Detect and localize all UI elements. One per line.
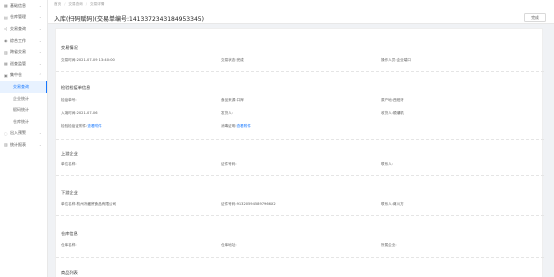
trade-time-field: 交易时间:2021-07-09 13:40:00 <box>61 58 115 62</box>
main-content: 首页 / 交易查询 / 交易详情 入库(扫码赋码)(交易单编号:14133723… <box>48 0 554 277</box>
breadcrumb: 首页 / 交易查询 / 交易详情 <box>54 2 104 7</box>
section-title-upstream: 上游企业 <box>61 151 78 156</box>
food-source-field: 食品来源:口岸 <box>221 98 244 102</box>
section-title-downstream: 下游企业 <box>61 190 78 195</box>
nav-item-label: 综合工作 <box>10 37 26 43</box>
chevron-down-icon: ⌄ <box>39 15 42 20</box>
nav-item-warehouse[interactable]: ▤ 仓库管理 ⌄ <box>0 12 47 24</box>
upstream-contact-field: 联系人: <box>381 162 393 166</box>
sidebar: ▦ 基础信息 ⌄ ▤ 仓库管理 ⌄ ◁ 交易查询 ⌄ ◉ 综合工作 ⌄ ▥ 跨省交易 ⌄ ▦ 巡查监管… <box>0 0 48 277</box>
nav-item-reports[interactable]: ▥ 统计报表 ⌄ <box>0 139 47 151</box>
downstream-contact-field: 联系人:蒋川方 <box>381 202 404 206</box>
chevron-up-icon: ⌃ <box>39 73 42 78</box>
section-title-warehouse: 仓库信息 <box>61 231 78 236</box>
nav-item-label: 出入预警 <box>10 130 26 136</box>
quarantine-no-field: 检疫单号: <box>61 98 77 102</box>
nav-item-general-work[interactable]: ◉ 综合工作 ⌄ <box>0 35 47 47</box>
downstream-cert-field: 证件号码:91320594589796​6X2 <box>221 202 276 206</box>
disinfection-field: 消毒证明:查看附件 <box>221 124 251 128</box>
view-attachment-link[interactable]: 查看附件 <box>237 124 251 128</box>
chevron-down-icon: ⌄ <box>39 3 42 8</box>
nav-item-basic-info[interactable]: ▦ 基础信息 ⌄ <box>0 0 47 12</box>
view-attachment-link[interactable]: 查看附件 <box>87 124 101 128</box>
nav-item-label: 交易查询 <box>10 25 26 31</box>
page-title: 入库(扫码赋码)(交易单编号:141337234318495334​5) <box>54 16 204 23</box>
nav-item-label: 统计报表 <box>10 141 26 147</box>
chevron-down-icon: ⌄ <box>39 26 42 31</box>
nav-item-inout-warning[interactable]: ◌ 出入预警 ⌄ <box>0 128 47 140</box>
nav-item-trade-query[interactable]: ◁ 交易查询 ⌄ <box>0 23 47 35</box>
breadcrumb-separator: / <box>85 2 87 6</box>
trade-status-field: 交易状态:完成 <box>221 58 244 62</box>
done-button[interactable]: 完成 <box>524 13 546 22</box>
divider <box>56 215 544 216</box>
warehouse-owner-field: 所属企业: <box>381 243 397 247</box>
divider <box>56 71 544 72</box>
breadcrumb-separator: / <box>64 2 66 6</box>
sub-item-code-stats[interactable]: 赋码统计 <box>0 104 47 116</box>
detail-card: 交易情况 交易时间:2021-07-09 13:40:00 交易状态:完成 操作… <box>55 28 544 277</box>
sub-item-trade-query[interactable]: 交易查询 <box>0 81 47 93</box>
divider <box>56 139 544 140</box>
section-title-trade: 交易情况 <box>61 45 78 50</box>
nav-item-cross-province[interactable]: ▥ 跨省交易 ⌄ <box>0 46 47 58</box>
warehouse-address-field: 仓库地址: <box>221 243 237 247</box>
nav-item-label: 巡查监管 <box>10 60 26 66</box>
section-title-quarantine: 检验检疫单信息 <box>61 85 91 90</box>
nav-item-central-warehouse[interactable]: ▣ 集中仓 ⌃ <box>0 70 47 82</box>
shipper-field: 发货人: <box>221 111 233 115</box>
entry-time-field: 入境时间:2021-07-06 <box>61 111 98 115</box>
chevron-down-icon: ⌄ <box>39 38 42 43</box>
upstream-cert-field: 证件号码: <box>221 162 237 166</box>
breadcrumb-home[interactable]: 首页 <box>54 2 61 7</box>
sub-item-enterprise-stats[interactable]: 企业统计 <box>0 93 47 105</box>
divider <box>56 257 544 258</box>
chevron-down-icon: ⌄ <box>39 142 42 147</box>
sub-item-warehouse-stats[interactable]: 仓库统计 <box>0 116 47 128</box>
chevron-down-icon: ⌄ <box>39 50 42 55</box>
header: 首页 / 交易查询 / 交易详情 入库(扫码赋码)(交易单编号:14133723… <box>48 0 554 24</box>
nav-item-label: 基础信息 <box>10 2 26 8</box>
nav-item-inspection[interactable]: ▦ 巡查监管 ⌄ <box>0 58 47 70</box>
nav-item-label: 跨省交易 <box>10 49 26 55</box>
chevron-down-icon: ⌄ <box>39 131 42 136</box>
origin-field: 原产地:西班牙 <box>381 98 404 102</box>
breadcrumb-current: 交易详情 <box>90 2 105 6</box>
chevron-down-icon: ⌄ <box>39 61 42 66</box>
consignee-field: 收货人:顺潮机 <box>381 111 404 115</box>
warehouse-name-field: 仓库名称: <box>61 243 77 247</box>
nav-item-label: 集中仓 <box>10 72 22 78</box>
operator-field: 操作人员:企业端口 <box>381 58 411 62</box>
divider <box>56 175 544 176</box>
downstream-name-field: 单位名称:杭州冷藏贸食品有限公司 <box>61 202 117 206</box>
section-title-goods: 商品列表 <box>61 270 78 275</box>
breadcrumb-trade-query[interactable]: 交易查询 <box>68 2 82 7</box>
nav-item-label: 仓库管理 <box>10 14 26 20</box>
upstream-name-field: 单位名称: <box>61 162 77 166</box>
quarantine-attachment-field: 检验检疫证附件:查看附件 <box>61 124 102 128</box>
